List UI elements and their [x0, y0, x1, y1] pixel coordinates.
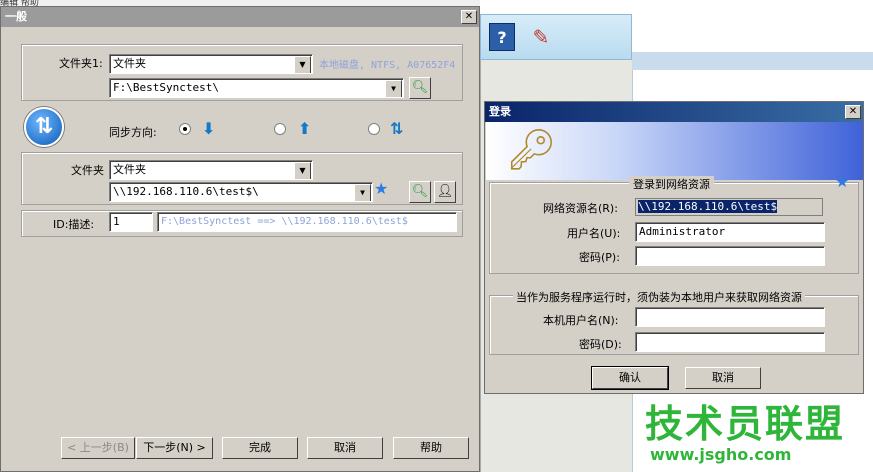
close-icon[interactable]: ✕	[845, 105, 861, 119]
login-dialog-titlebar: 登录	[485, 102, 863, 122]
disk-info: 本地磁盘, NTFS, A07652F4	[319, 60, 456, 71]
login-dialog: 登录 ✕ 🔑︎ 登录到网络资源 ★ 网络资源名(R): \\192.168.11…	[484, 101, 864, 394]
login-group-title: 登录到网络资源	[629, 176, 714, 192]
arrow-up-icon: ⬆	[298, 119, 312, 138]
user-icon: 👤︎	[436, 184, 454, 199]
arrow-both-icon: ⇅	[390, 119, 404, 138]
description-input[interactable]: F:\BestSynctest ==> \\192.168.110.6\test…	[157, 212, 457, 232]
next-button[interactable]: 下一步(N) >	[136, 437, 213, 459]
keys-icon: 🔑︎	[506, 127, 557, 173]
resource-value: \\192.168.110.6\test$	[638, 200, 778, 213]
ok-button[interactable]: 确认	[591, 366, 669, 390]
folder1-path-value: F:\BestSynctest\	[113, 81, 219, 94]
browse-folder1-button[interactable]: 🔍︎	[409, 77, 431, 99]
folder2-path-value: \\192.168.110.6\test$\	[113, 185, 259, 198]
folder1-type-select[interactable]: 文件夹 ▼	[109, 54, 313, 74]
general-dialog-title: 一般	[5, 10, 27, 23]
chevron-down-icon[interactable]: ▼	[294, 162, 311, 179]
folder2-label: 文件夹	[71, 164, 104, 177]
login-banner: 🔑︎	[486, 122, 863, 180]
local-password-input[interactable]	[635, 332, 825, 352]
favorite-star-icon[interactable]: ★	[374, 179, 388, 198]
chevron-down-icon[interactable]: ▼	[385, 80, 402, 97]
direction-up-radio[interactable]	[274, 123, 286, 135]
folder1-path-combo[interactable]: F:\BestSynctest\ ▼	[109, 78, 404, 98]
chevron-down-icon[interactable]: ▼	[294, 56, 311, 73]
username-input[interactable]: Administrator	[635, 222, 825, 242]
close-icon[interactable]: ✕	[461, 10, 477, 24]
search-icon: 🔍︎	[411, 184, 429, 199]
search-icon: 🔍︎	[411, 80, 429, 95]
local-user-input[interactable]	[635, 307, 825, 327]
sync-direction-label: 同步方向:	[109, 126, 157, 139]
local-user-label: 本机用户名(N):	[543, 314, 619, 327]
resource-label: 网络资源名(R):	[543, 202, 618, 215]
browse-folder2-button[interactable]: 🔍︎	[409, 181, 431, 203]
general-dialog: 一般 ✕ 文件夹1: 文件夹 ▼ 本地磁盘, NTFS, A07652F4 F:…	[0, 6, 480, 472]
prev-button[interactable]: < 上一步(B)	[61, 437, 135, 459]
cancel-button[interactable]: 取消	[307, 437, 383, 459]
direction-both-radio[interactable]	[368, 123, 380, 135]
login-dialog-title: 登录	[489, 105, 511, 118]
id-value: 1	[113, 215, 120, 228]
local-password-label: 密码(D):	[579, 338, 622, 351]
folder1-type-value: 文件夹	[113, 57, 146, 70]
background-header-strip	[632, 52, 873, 70]
password-input[interactable]	[635, 246, 825, 266]
direction-down-radio[interactable]	[179, 123, 191, 135]
user-label: 用户名(U):	[567, 227, 621, 240]
login-user-button[interactable]: 👤︎	[434, 181, 456, 203]
sync-icon: ⇅	[24, 107, 64, 147]
watermark-logo: 技术员联盟	[645, 402, 846, 446]
password-label: 密码(P):	[579, 251, 620, 264]
folder2-type-select[interactable]: 文件夹 ▼	[109, 160, 313, 180]
star-icon: ★	[835, 172, 850, 191]
tools-icon[interactable]: ✎	[527, 23, 555, 51]
watermark-url: www.jsgho.com	[650, 445, 792, 464]
arrow-down-icon: ⬇	[202, 119, 216, 138]
help-button[interactable]: 帮助	[393, 437, 469, 459]
finish-button[interactable]: 完成	[222, 437, 298, 459]
service-group-title: 当作为服务程序运行时，须伪装为本地用户来获取网络资源	[513, 289, 805, 305]
resource-field[interactable]: \\192.168.110.6\test$	[635, 198, 823, 216]
help-book-icon[interactable]: ?	[489, 23, 515, 51]
general-dialog-titlebar: 一般	[1, 7, 479, 27]
folder2-type-value: 文件夹	[113, 163, 146, 176]
id-input[interactable]: 1	[109, 212, 153, 232]
chevron-down-icon[interactable]: ▼	[354, 184, 371, 201]
description-value: F:\BestSynctest ==> \\192.168.110.6\test…	[161, 216, 408, 227]
folder1-label: 文件夹1:	[59, 57, 103, 70]
login-cancel-button[interactable]: 取消	[685, 367, 761, 389]
username-value: Administrator	[639, 225, 726, 238]
folder2-path-combo[interactable]: \\192.168.110.6\test$\ ▼	[109, 182, 373, 202]
id-desc-label: ID:描述:	[53, 218, 95, 231]
background-toolbar: ? ✎	[480, 14, 632, 60]
